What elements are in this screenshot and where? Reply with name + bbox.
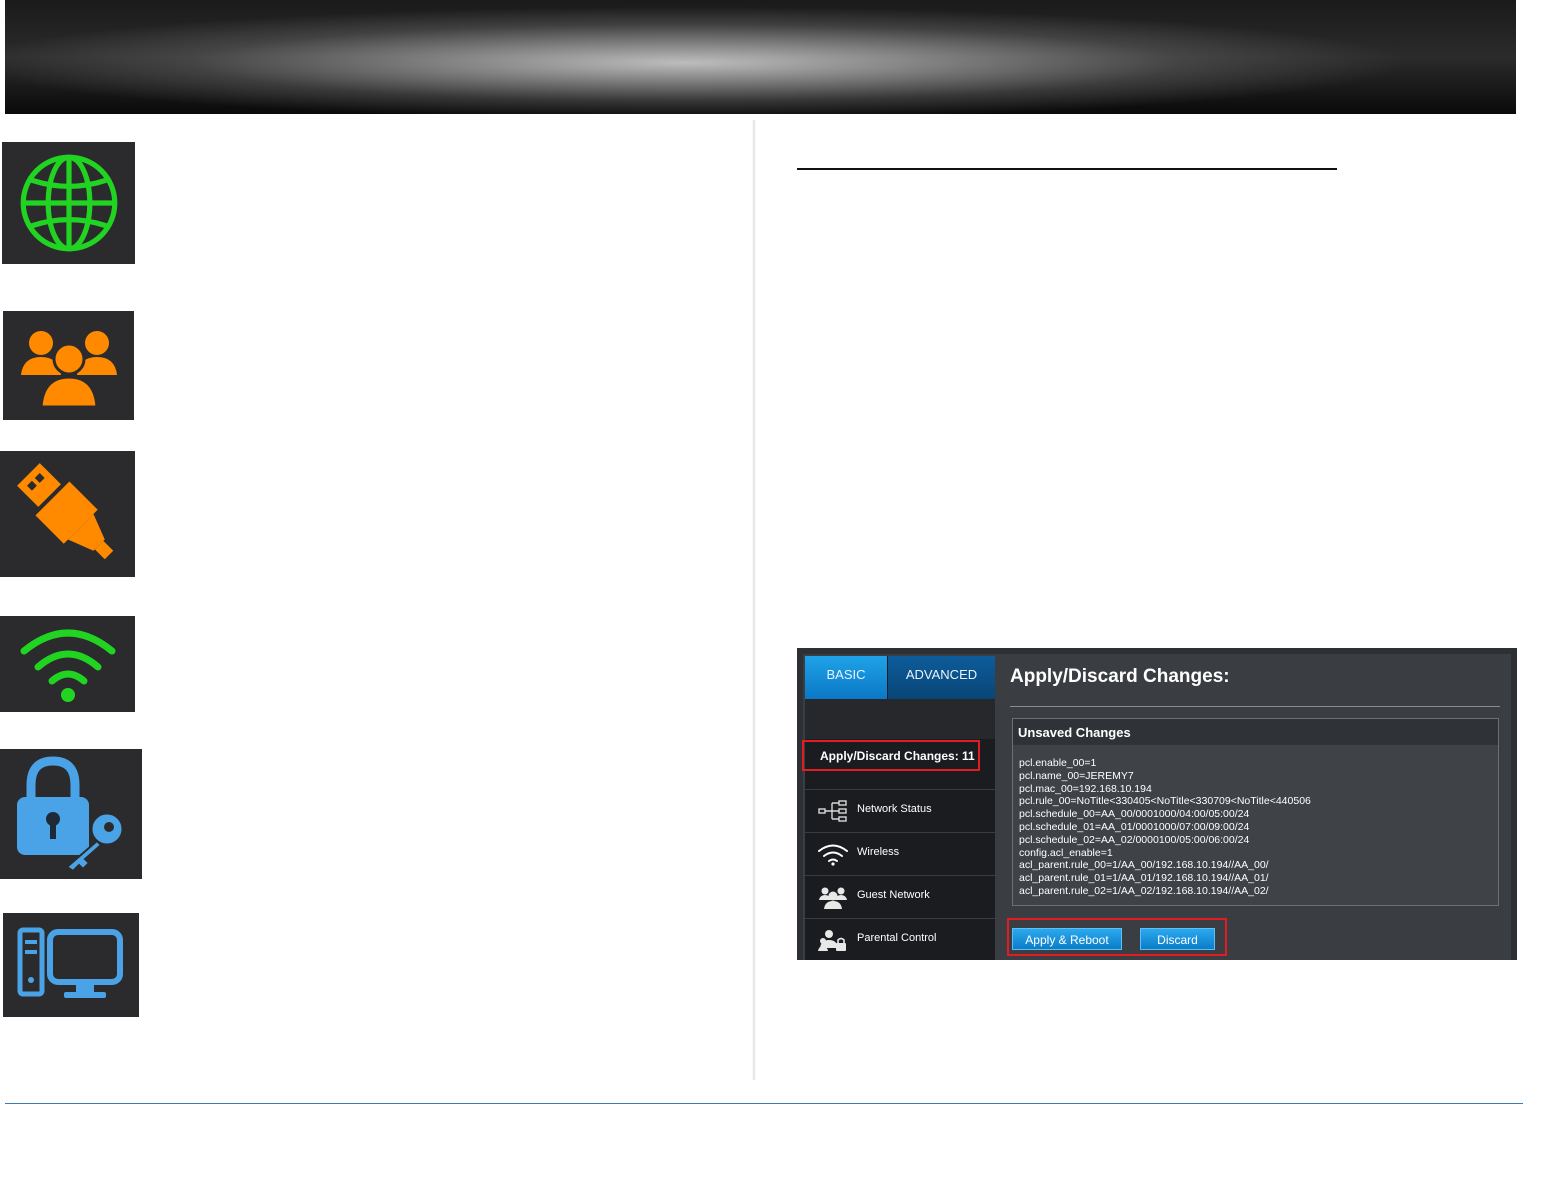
sidebar-spacer [805,699,995,739]
header-banner [5,0,1516,114]
page-title: Apply/Discard Changes: [1010,666,1230,687]
list-item: pcl.schedule_00=AA_00/0001000/04:00/05:0… [1019,808,1250,821]
column-divider [752,120,756,1080]
list-item: config.acl_enable=1 [1019,846,1113,859]
tab-advanced[interactable]: ADVANCED [888,656,995,699]
list-item: pcl.name_00=JEREMY7 [1019,769,1134,782]
sidebar-item-wireless[interactable]: Wireless [805,832,995,875]
list-item: pcl.schedule_02=AA_02/0000100/05:00/06:0… [1019,833,1250,846]
list-item: pcl.schedule_01=AA_01/0001000/07:00/09:0… [1019,820,1250,833]
footer-rule [5,1103,1523,1104]
discard-button[interactable]: Discard [1140,928,1215,950]
sidebar-item-network-status[interactable]: Network Status [805,789,995,832]
users-icon-tile [3,311,134,420]
guest-network-icon [819,887,847,909]
globe-icon-tile [2,142,135,264]
unsaved-changes-list: pcl.enable_00=1 pcl.name_00=JEREMY7 pcl.… [1019,757,1311,898]
computer-icon-tile [3,913,139,1017]
apply-item-label: Apply/Discard Changes: 11 [820,749,975,763]
sidebar-item-label: Network Status [857,803,932,815]
users-icon [20,330,117,408]
wifi-icon [20,629,115,702]
wifi-icon [818,844,848,866]
parental-control-icon [818,930,846,951]
sidebar-item-label: Guest Network [857,889,930,901]
router-sidebar: BASIC ADVANCED Apply/Discard Changes: 11… [802,656,995,960]
list-item: pcl.rule_00=NoTitle<330405<NoTitle<33070… [1019,795,1311,808]
wifi-icon-tile [0,616,135,712]
network-status-icon [818,800,847,822]
sidebar-item-guest-network[interactable]: Guest Network [805,875,995,918]
lock-key-icon [17,756,125,873]
section-heading-rule [797,168,1337,170]
sidebar-item-label: Wireless [857,846,900,858]
usb-icon-tile [0,451,135,577]
list-item: acl_parent.rule_02=1/AA_02/192.168.10.19… [1019,884,1269,897]
active-item-arrow [987,738,995,774]
mode-tabs: BASIC ADVANCED [805,656,995,699]
apply-reboot-button[interactable]: Apply & Reboot [1012,928,1122,950]
sidebar-item-label: Parental Control [857,932,937,944]
computer-icon [17,927,123,998]
title-divider [1010,706,1500,707]
usb-icon [16,463,113,560]
router-ui-screenshot: BASIC ADVANCED Apply/Discard Changes: 11… [797,648,1517,960]
tab-basic[interactable]: BASIC [805,656,887,699]
router-content-area: Apply/Discard Changes: Unsaved Changes p… [1002,656,1507,960]
panel-title: Unsaved Changes [1018,725,1131,740]
list-item: pcl.enable_00=1 [1019,757,1097,769]
unsaved-changes-panel: Unsaved Changes pcl.enable_00=1 pcl.name… [1012,718,1499,906]
sidebar-item-apply-discard[interactable]: Apply/Discard Changes: 11 [802,739,995,789]
list-item: acl_parent.rule_00=1/AA_00/192.168.10.19… [1019,859,1269,872]
lock-key-icon-tile [0,749,142,879]
sidebar-item-parental-control[interactable]: Parental Control [805,918,995,960]
list-item: pcl.mac_00=192.168.10.194 [1019,782,1152,795]
list-item: acl_parent.rule_01=1/AA_01/192.168.10.19… [1019,872,1269,885]
globe-icon [20,154,117,252]
panel-header: Unsaved Changes [1013,719,1498,745]
